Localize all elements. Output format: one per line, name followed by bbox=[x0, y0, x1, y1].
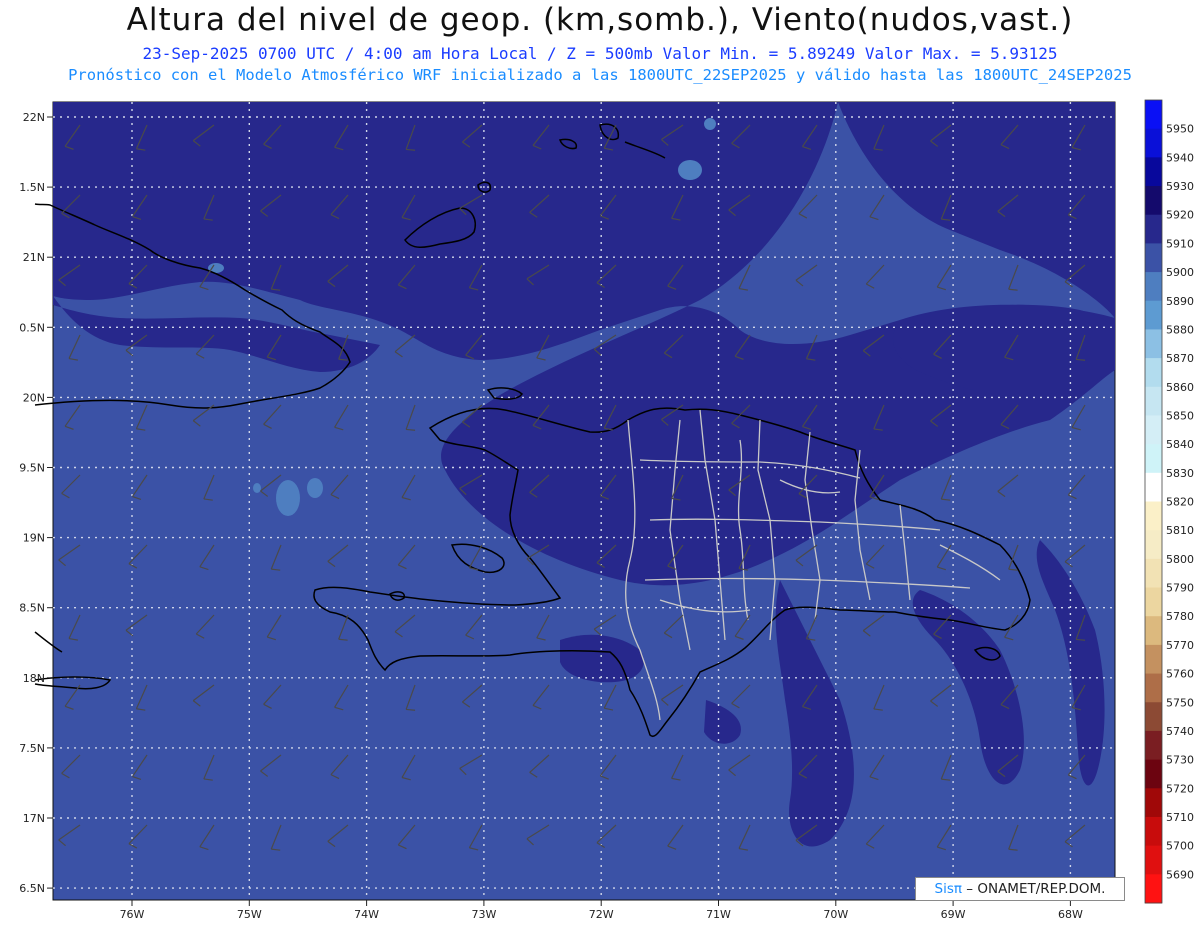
colorbar-swatch bbox=[1145, 587, 1162, 617]
colorbar-label: 5930 bbox=[1166, 180, 1194, 193]
lat-tick-label: 1.5N bbox=[19, 181, 45, 194]
colorbar-swatch bbox=[1145, 845, 1162, 875]
colorbar-label: 5800 bbox=[1166, 553, 1194, 566]
lon-tick-label: 75W bbox=[237, 908, 262, 921]
lat-tick-label: 21N bbox=[23, 251, 45, 264]
colorbar-swatch bbox=[1145, 730, 1162, 761]
colorbar: 5950 5940 5930 5920 5910 5900 5890 5880 5870 5860… bbox=[1144, 99, 1194, 904]
colorbar-swatch bbox=[1145, 214, 1162, 244]
colorbar-label: 5850 bbox=[1166, 409, 1194, 422]
lon-tick-label: 70W bbox=[823, 908, 848, 921]
colorbar-label: 5900 bbox=[1166, 266, 1194, 279]
lon-tick-label: 73W bbox=[471, 908, 496, 921]
colorbar-swatch bbox=[1145, 186, 1162, 216]
colorbar-swatch bbox=[1145, 386, 1162, 416]
colorbar-swatch bbox=[1145, 300, 1162, 330]
colorbar-swatch bbox=[1145, 673, 1162, 703]
colorbar-swatch bbox=[1145, 157, 1162, 187]
lat-tick-label: 7.5N bbox=[19, 742, 45, 755]
colorbar-swatch bbox=[1145, 100, 1162, 130]
lat-tick-label: 17N bbox=[23, 812, 45, 825]
longitude-axis: 76W 75W 74W 73W 72W 71W 70W 69W 68W bbox=[120, 900, 1083, 921]
colorbar-label: 5870 bbox=[1166, 352, 1194, 365]
colorbar-swatch bbox=[1145, 272, 1162, 302]
lat-tick-label: 20N bbox=[23, 391, 45, 404]
colorbar-label: 5920 bbox=[1166, 209, 1194, 222]
colorbar-label: 5690 bbox=[1166, 868, 1194, 881]
colorbar-swatch bbox=[1145, 644, 1162, 675]
colorbar-swatch bbox=[1145, 874, 1162, 904]
colorbar-swatch bbox=[1145, 702, 1162, 732]
credit-box: Sisπ – ONAMET/REP.DOM. bbox=[915, 877, 1125, 901]
lon-tick-label: 74W bbox=[354, 908, 379, 921]
colorbar-label: 5770 bbox=[1166, 639, 1194, 652]
colorbar-swatch bbox=[1145, 358, 1162, 388]
lon-tick-label: 76W bbox=[120, 908, 145, 921]
colorbar-label: 5940 bbox=[1166, 151, 1194, 164]
colorbar-label: 5860 bbox=[1166, 381, 1194, 394]
colorbar-label: 5790 bbox=[1166, 582, 1194, 595]
colorbar-swatch bbox=[1145, 759, 1162, 789]
credit-text: – ONAMET/REP.DOM. bbox=[966, 881, 1106, 897]
colorbar-swatch bbox=[1145, 558, 1162, 589]
colorbar-swatch bbox=[1145, 530, 1162, 560]
colorbar-label: 5710 bbox=[1166, 811, 1194, 824]
lat-tick-label: 0.5N bbox=[19, 321, 45, 334]
colorbar-swatch bbox=[1145, 128, 1162, 158]
lon-tick-label: 68W bbox=[1058, 908, 1083, 921]
colorbar-swatch bbox=[1145, 472, 1162, 502]
lat-tick-label: 6.5N bbox=[19, 882, 45, 895]
colorbar-label: 5740 bbox=[1166, 725, 1194, 738]
latitude-axis: 22N 1.5N 21N 0.5N 20N 9.5N 19N 8.5N 18N 7.5N 17N 6.… bbox=[19, 111, 53, 895]
colorbar-label: 5750 bbox=[1166, 696, 1194, 709]
lon-tick-label: 71W bbox=[706, 908, 731, 921]
lat-tick-label: 9.5N bbox=[19, 462, 45, 475]
colorbar-label: 5780 bbox=[1166, 610, 1194, 623]
colorbar-swatch bbox=[1145, 329, 1162, 359]
lon-tick-label: 72W bbox=[589, 908, 614, 921]
lat-tick-label: 18N bbox=[23, 672, 45, 685]
colorbar-swatch bbox=[1145, 788, 1162, 818]
colorbar-swatch bbox=[1145, 501, 1162, 531]
colorbar-label: 5730 bbox=[1166, 754, 1194, 767]
colorbar-label: 5950 bbox=[1166, 123, 1194, 136]
weather-map: 22N 1.5N 21N 0.5N 20N 9.5N 19N 8.5N 18N 7.5N 17N 6.… bbox=[19, 99, 1194, 921]
lat-tick-label: 22N bbox=[23, 111, 45, 124]
colorbar-label: 5700 bbox=[1166, 840, 1194, 853]
lon-tick-label: 69W bbox=[941, 908, 966, 921]
colorbar-label: 5810 bbox=[1166, 524, 1194, 537]
colorbar-label: 5890 bbox=[1166, 295, 1194, 308]
sispi-logo-text: Sisπ bbox=[934, 881, 962, 897]
colorbar-swatch bbox=[1145, 243, 1162, 273]
colorbar-swatch bbox=[1145, 444, 1162, 474]
colorbar-label: 5830 bbox=[1166, 467, 1194, 480]
colorbar-swatch bbox=[1145, 415, 1162, 445]
colorbar-label: 5840 bbox=[1166, 438, 1194, 451]
colorbar-label: 5760 bbox=[1166, 668, 1194, 681]
colorbar-label: 5880 bbox=[1166, 323, 1194, 336]
colorbar-swatch bbox=[1145, 816, 1162, 847]
colorbar-label: 5720 bbox=[1166, 782, 1194, 795]
lat-tick-label: 19N bbox=[23, 532, 45, 545]
colorbar-label: 5820 bbox=[1166, 496, 1194, 509]
colorbar-label: 5910 bbox=[1166, 237, 1194, 250]
colorbar-swatch bbox=[1145, 616, 1162, 646]
lat-tick-label: 8.5N bbox=[19, 602, 45, 615]
